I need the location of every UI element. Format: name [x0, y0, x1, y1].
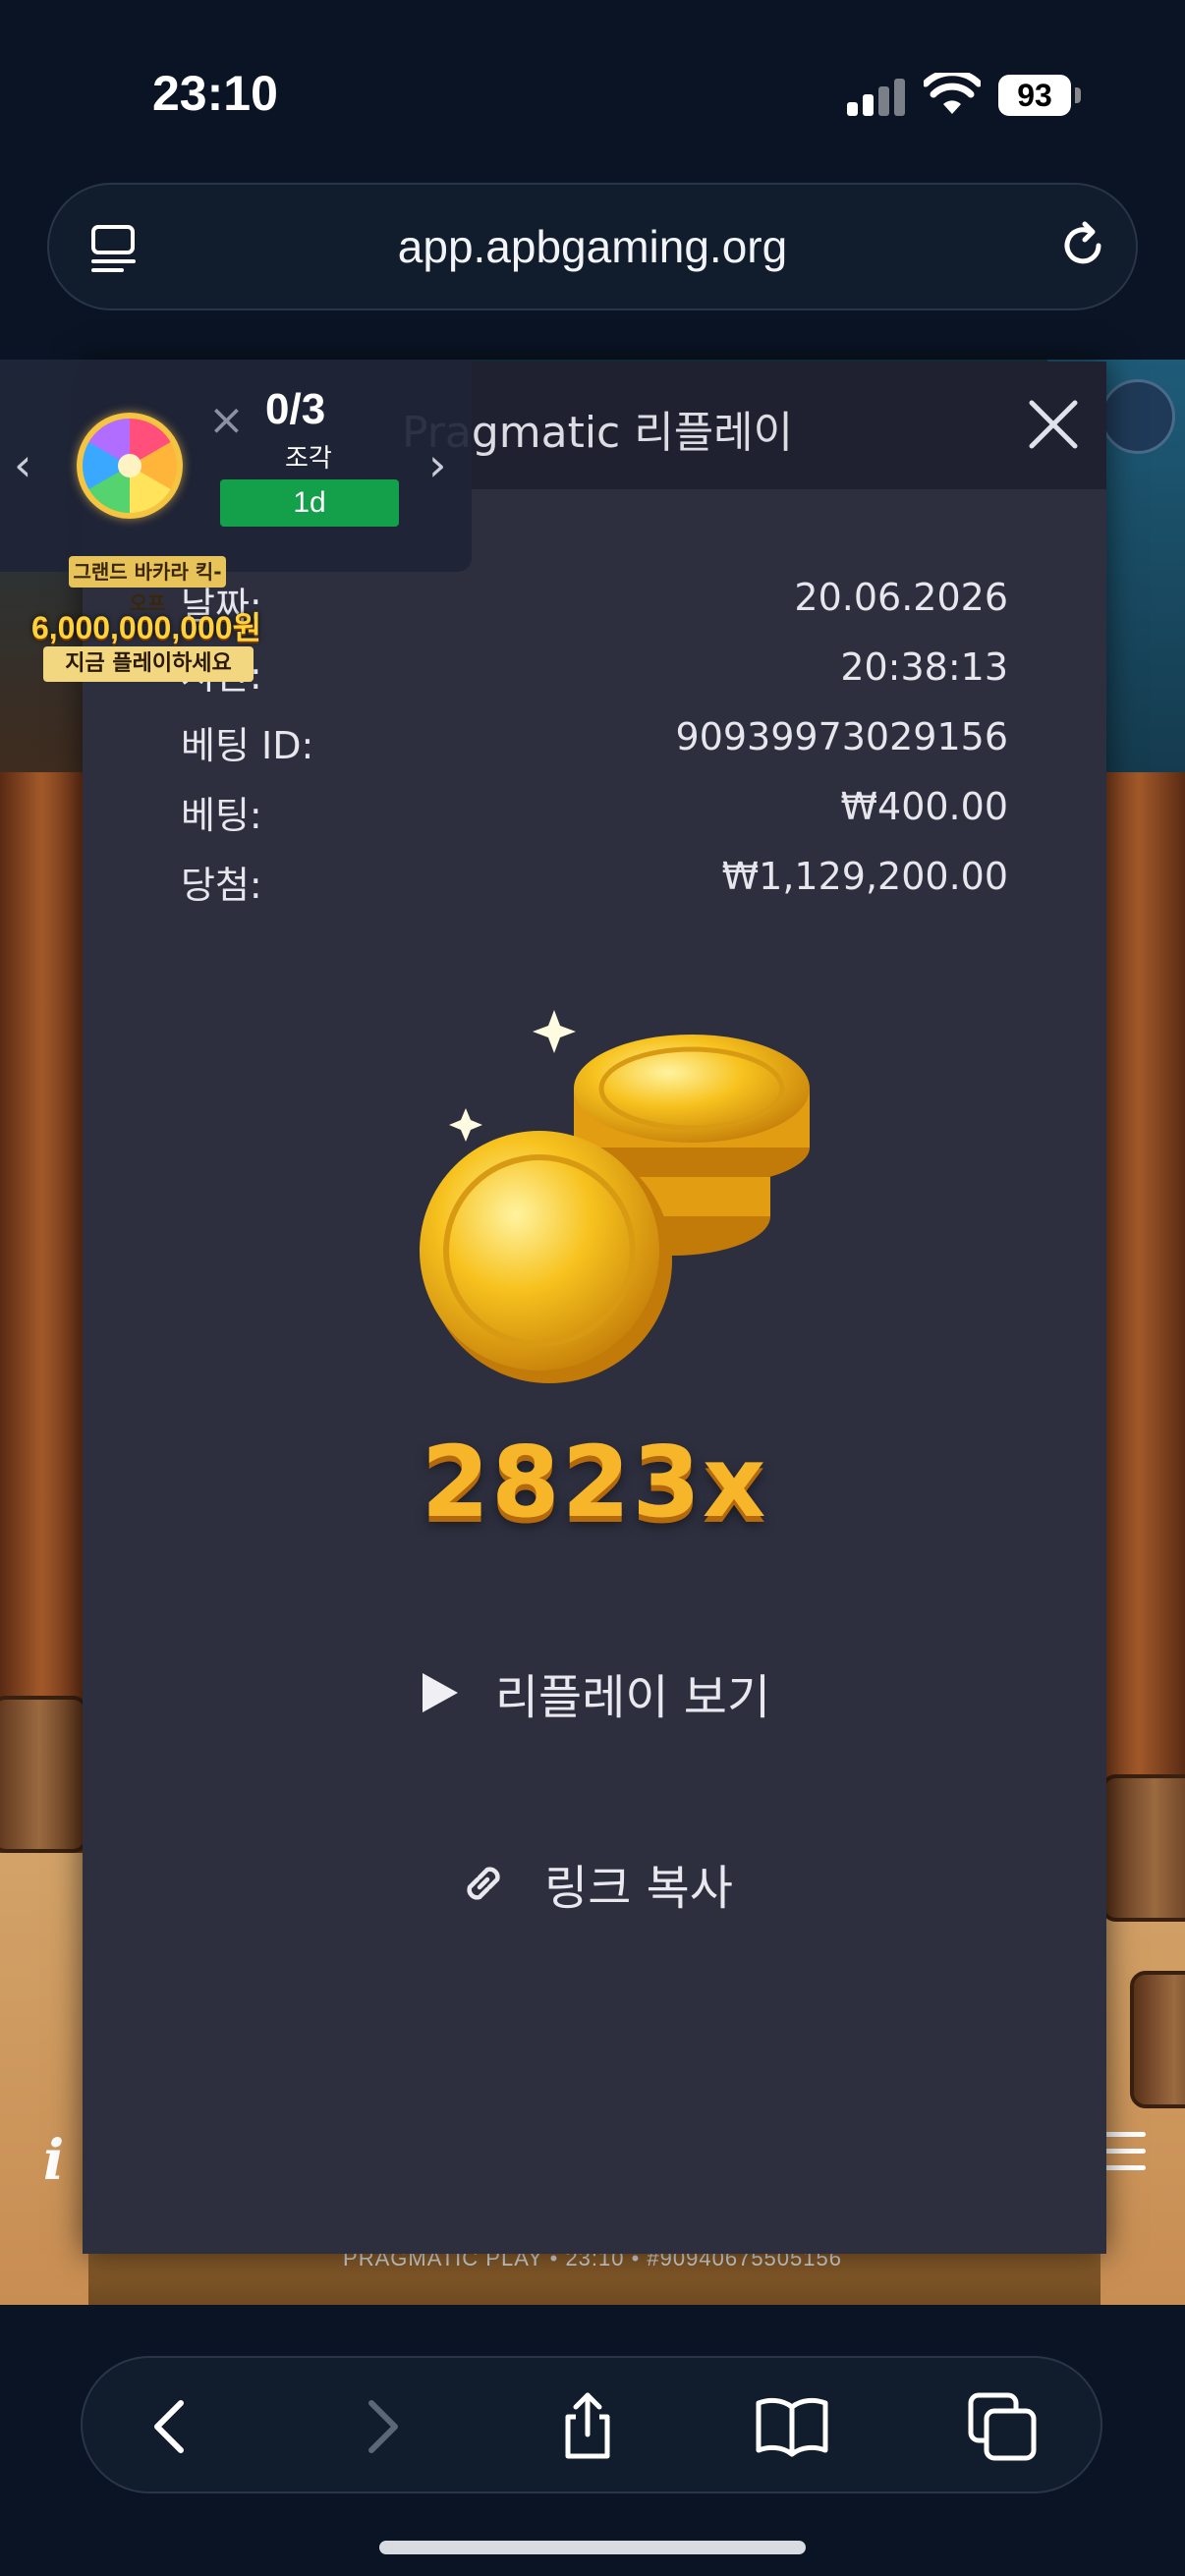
detail-row-time: 시간: 20:38:13: [181, 645, 1008, 704]
forward-icon[interactable]: [340, 2387, 419, 2466]
barrel-decoration: [0, 1696, 88, 1853]
share-icon[interactable]: [548, 2387, 627, 2466]
promo-banner-cta: 지금 플레이하세요: [43, 646, 254, 682]
link-icon: [467, 1867, 500, 1900]
win-multiplier: 2823x: [421, 1425, 768, 1540]
dismiss-icon[interactable]: ×: [208, 395, 245, 445]
url-text[interactable]: app.apbgaming.org: [49, 185, 1136, 308]
wifi-icon: [924, 73, 981, 114]
battery-level: 93: [998, 75, 1071, 116]
detail-row-bet: 베팅: ₩400.00: [181, 785, 1008, 844]
menu-icon[interactable]: [1100, 2132, 1146, 2171]
promo-banner-title: 그랜드 바카라 킥-오프: [69, 556, 226, 615]
detail-row-win: 당첨: ₩1,129,200.00: [181, 855, 1008, 914]
barrel-decoration: [1130, 1971, 1185, 2108]
reload-icon[interactable]: [1055, 218, 1110, 273]
promo-banner-amount: 6,000,000,000원: [30, 610, 262, 645]
barrel-decoration: [1100, 1774, 1185, 1922]
screen: 23:10 93 app.apbgaming.org i PRAGMATIC P…: [0, 0, 1185, 2576]
address-bar[interactable]: app.apbgaming.org: [47, 183, 1138, 310]
detail-row-bet-id: 베팅 ID: 90939973029156: [181, 715, 1008, 774]
detail-label: 베팅:: [181, 794, 262, 837]
prize-wheel-icon[interactable]: [77, 413, 183, 519]
reel-frame-left: [0, 772, 88, 1853]
detail-label: 베팅 ID:: [181, 724, 314, 767]
detail-value: 90939973029156: [675, 715, 1008, 758]
chevron-left-icon[interactable]: ‹: [14, 438, 31, 491]
promo-banner[interactable]: 그랜드 바카라 킥-오프 6,000,000,000원 지금 플레이하세요: [29, 556, 263, 684]
tabs-icon[interactable]: [963, 2387, 1042, 2466]
promo-timer-badge: 1d: [220, 479, 399, 527]
cellular-signal-icon: [847, 77, 906, 116]
detail-row-date: 날짜: 20.06.2026: [181, 576, 1008, 635]
play-icon: [422, 1673, 458, 1712]
status-time: 23:10: [152, 66, 278, 121]
promo-count: 0/3: [265, 385, 326, 433]
detail-value: ₩1,129,200.00: [721, 855, 1008, 898]
copy-link-label: 링크 복사: [544, 1861, 733, 1916]
game-logo-icon: [1100, 379, 1175, 454]
detail-value: ₩400.00: [840, 785, 1008, 828]
home-indicator[interactable]: [379, 2541, 806, 2554]
detail-label: 당첨:: [181, 864, 262, 907]
watch-replay-button[interactable]: 리플레이 보기: [83, 1658, 1106, 1737]
promo-unit: 조각: [285, 444, 332, 474]
copy-link-button[interactable]: 링크 복사: [83, 1849, 1106, 1928]
browser-toolbar: [81, 2356, 1102, 2493]
close-icon[interactable]: [1022, 393, 1085, 456]
bookmarks-icon[interactable]: [753, 2387, 831, 2466]
status-bar: 23:10 93: [0, 0, 1185, 177]
chevron-right-icon[interactable]: ›: [428, 438, 446, 491]
watch-replay-label: 리플레이 보기: [494, 1670, 771, 1725]
back-icon[interactable]: [134, 2387, 212, 2466]
info-icon[interactable]: i: [43, 2128, 83, 2193]
battery-icon: 93: [998, 75, 1081, 116]
gold-coins-icon: [420, 1010, 810, 1383]
detail-value: 20.06.2026: [794, 576, 1008, 619]
detail-value: 20:38:13: [840, 645, 1008, 689]
promo-widget[interactable]: ‹ × 0/3 조각 1d ›: [0, 360, 472, 572]
